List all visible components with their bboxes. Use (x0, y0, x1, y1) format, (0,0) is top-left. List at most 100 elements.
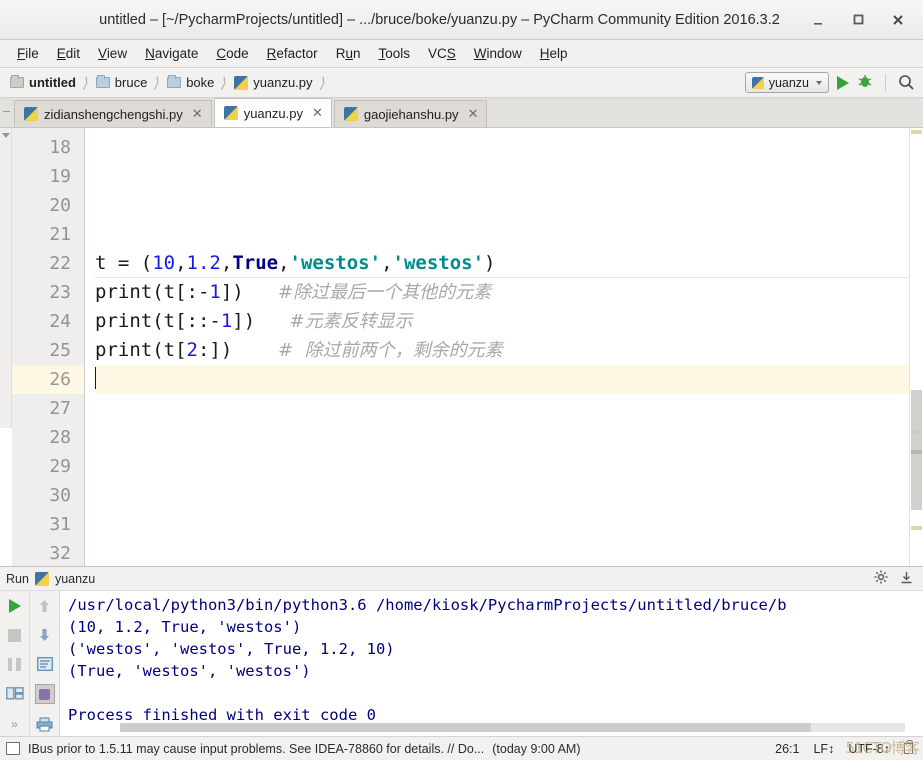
pause-icon[interactable] (6, 655, 24, 673)
line-number[interactable]: 31 (12, 510, 84, 539)
code-token-num: 2 (186, 339, 198, 361)
line-number[interactable]: 25 (12, 336, 84, 365)
status-message[interactable]: IBus prior to 1.5.11 may cause input pro… (28, 742, 484, 756)
breadcrumb-label: bruce (114, 75, 148, 90)
line-number[interactable]: 24 (12, 307, 84, 336)
maximize-button[interactable] (849, 11, 867, 29)
code-line[interactable] (95, 220, 909, 249)
file-encoding[interactable]: UTF-8↕ (848, 742, 890, 756)
line-number[interactable]: 19 (12, 162, 84, 191)
console-line: ('westos', 'westos', True, 1.2, 10) (68, 640, 395, 658)
menu-refactor[interactable]: Refactor (258, 43, 327, 64)
menu-code[interactable]: Code (207, 43, 257, 64)
console-horizontal-scrollbar[interactable] (120, 723, 905, 732)
code-token-plain: , (278, 252, 290, 274)
status-bar: IBus prior to 1.5.11 may cause input pro… (0, 736, 923, 760)
breadcrumb-item-bruce[interactable]: bruce (92, 73, 150, 92)
code-line[interactable] (95, 510, 909, 539)
code-line[interactable]: print(t[:-1]) #除过最后一个其他的元素 (95, 278, 909, 307)
code-line[interactable] (95, 133, 909, 162)
tab-close-icon[interactable]: ✕ (192, 106, 203, 122)
line-number[interactable]: 23 (12, 278, 84, 307)
debug-icon[interactable] (857, 73, 873, 92)
search-icon[interactable] (898, 74, 915, 91)
code-line[interactable]: print(t[::-1]) #元素反转显示 (95, 307, 909, 336)
code-folding-strip[interactable] (0, 128, 12, 566)
collapse-arrow-icon[interactable] (2, 133, 10, 138)
soft-wrap-icon[interactable] (36, 655, 54, 673)
code-token-str: 'westos' (289, 252, 382, 274)
run-icon[interactable] (837, 75, 849, 90)
console-line: (True, 'westos', 'westos') (68, 662, 311, 680)
menu-window[interactable]: Window (465, 43, 531, 64)
line-number[interactable]: 20 (12, 191, 84, 220)
minimize-button[interactable] (809, 11, 827, 29)
tab-yuanzu-py[interactable]: yuanzu.py ✕ (213, 98, 332, 127)
breadcrumb-item-yuanzu-py[interactable]: yuanzu.py (230, 73, 314, 92)
title-bar: untitled – [~/PycharmProjects/untitled] … (0, 0, 923, 40)
code-token-str: 'westos' (392, 252, 485, 274)
line-separator[interactable]: LF↕ (813, 742, 834, 756)
line-number[interactable]: 27 (12, 394, 84, 423)
menu-file-rest: ile (25, 46, 39, 61)
line-number[interactable]: 28 (12, 423, 84, 452)
scroll-to-end-icon[interactable] (34, 684, 55, 704)
code-line[interactable] (95, 365, 909, 394)
code-line[interactable] (95, 481, 909, 510)
menu-edit[interactable]: Edit (48, 43, 89, 64)
code-token-plain: ]) (220, 281, 279, 303)
code-line[interactable] (95, 394, 909, 423)
scroll-up-icon[interactable] (36, 597, 54, 615)
line-number[interactable]: 26 (12, 365, 84, 394)
folder-icon (95, 75, 110, 88)
menu-file[interactable]: File (8, 43, 48, 64)
line-number[interactable]: 18 (12, 133, 84, 162)
layout-icon[interactable] (5, 684, 24, 702)
code-line[interactable] (95, 539, 909, 566)
expand-more-icon[interactable]: » (11, 717, 18, 731)
menu-help[interactable]: Help (531, 43, 577, 64)
code-line[interactable] (95, 452, 909, 481)
tab-zidianshengchengshi-py[interactable]: zidianshengchengshi.py ✕ (14, 100, 212, 127)
code-content[interactable]: t = (10,1.2,True,'westos','westos') print… (85, 128, 909, 566)
event-log-icon[interactable] (6, 742, 20, 755)
breadcrumb-item-boke[interactable]: boke (163, 73, 216, 92)
menu-tools[interactable]: Tools (369, 43, 419, 64)
editor-vertical-scrollbar[interactable] (909, 128, 923, 566)
menu-navigate[interactable]: Navigate (136, 43, 207, 64)
console-output[interactable]: /usr/local/python3/bin/python3.6 /home/k… (60, 591, 923, 736)
code-token-plain: :]) (197, 339, 279, 361)
caret-position[interactable]: 26:1 (775, 742, 799, 756)
tab-gaojiehanshu-py[interactable]: gaojiehanshu.py ✕ (333, 100, 488, 127)
line-number[interactable]: 29 (12, 452, 84, 481)
code-line[interactable]: print(t[2:]) # 除过前两个，剩余的元素 (95, 336, 909, 365)
stop-icon[interactable] (6, 626, 24, 644)
close-icon (893, 14, 903, 25)
tab-close-icon[interactable]: ✕ (468, 106, 479, 122)
scroll-down-icon[interactable] (36, 626, 54, 644)
expand-more-icon[interactable]: » (41, 717, 48, 731)
menu-run[interactable]: Run (327, 43, 370, 64)
code-line[interactable] (95, 423, 909, 452)
line-number[interactable]: 21 (12, 220, 84, 249)
menu-view[interactable]: View (89, 43, 136, 64)
close-button[interactable] (889, 11, 907, 29)
line-number[interactable]: 22 (12, 249, 84, 278)
run-configuration-selector[interactable]: yuanzu (744, 72, 829, 93)
breadcrumb-item-untitled[interactable]: untitled (6, 73, 78, 92)
rerun-icon[interactable] (6, 597, 24, 615)
line-number[interactable]: 32 (12, 539, 84, 566)
gear-icon[interactable] (874, 570, 888, 587)
line-number[interactable]: 30 (12, 481, 84, 510)
tab-close-icon[interactable]: ✕ (312, 105, 323, 121)
lock-icon[interactable] (904, 740, 913, 754)
code-line[interactable] (95, 191, 909, 220)
console-line: /usr/local/python3/bin/python3.6 /home/k… (68, 596, 787, 614)
menu-vcs[interactable]: VCS (419, 43, 465, 64)
breadcrumb-separator: ⟩ (317, 74, 328, 92)
code-line[interactable]: t = (10,1.2,True,'westos','westos') (95, 249, 909, 278)
breadcrumb-separator: ⟩ (219, 74, 229, 92)
hide-icon[interactable] (900, 571, 913, 587)
python-file-icon (24, 107, 38, 121)
code-line[interactable] (95, 162, 909, 191)
